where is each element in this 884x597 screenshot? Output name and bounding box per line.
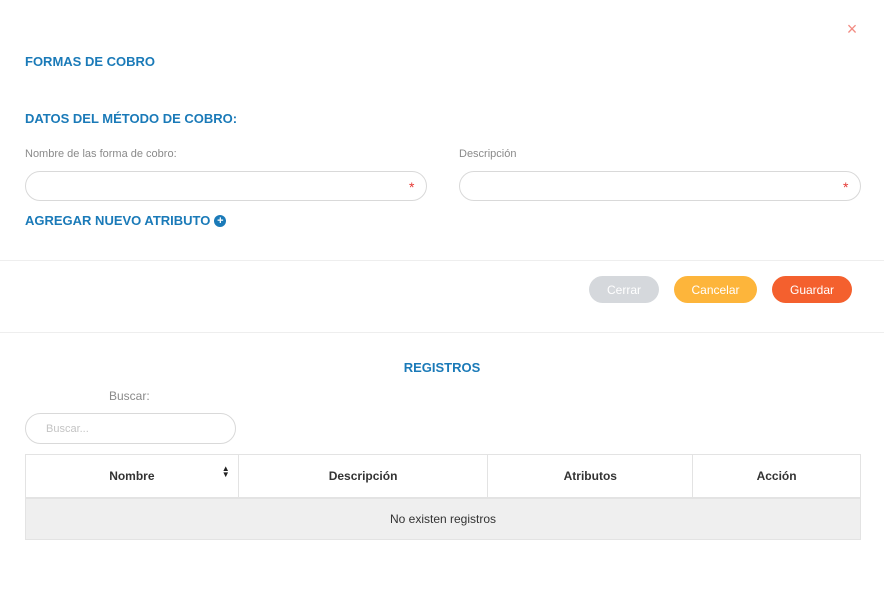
divider bbox=[0, 332, 884, 333]
empty-table-message: No existen registros bbox=[25, 497, 861, 540]
records-title: REGISTROS bbox=[403, 360, 481, 375]
required-mark-name: * bbox=[409, 179, 415, 195]
required-mark-description: * bbox=[843, 179, 849, 195]
table-row: No existen registros bbox=[25, 497, 861, 540]
column-header-atributos: Atributos bbox=[487, 454, 694, 499]
search-input[interactable] bbox=[25, 413, 236, 444]
search-label: Buscar: bbox=[109, 389, 150, 403]
description-field-label: Descripción bbox=[459, 148, 517, 160]
section-title: DATOS DEL MÉTODO DE COBRO: bbox=[25, 111, 238, 126]
column-header-accion: Acción bbox=[692, 454, 861, 499]
column-header-label: Nombre bbox=[109, 468, 155, 483]
plus-circle-icon: + bbox=[214, 214, 227, 227]
column-header-descripcion: Descripción bbox=[237, 454, 489, 499]
name-field-label: Nombre de las forma de cobro: bbox=[25, 148, 177, 160]
name-input[interactable] bbox=[25, 171, 427, 201]
modal-title: FORMAS DE COBRO bbox=[25, 54, 155, 69]
sort-icon[interactable]: ▲ ▼ bbox=[222, 465, 230, 479]
add-attribute-label: AGREGAR NUEVO ATRIBUTO bbox=[25, 213, 211, 228]
table-header-row: Nombre ▲ ▼ Descripción Atributos Acción bbox=[25, 454, 861, 499]
description-input[interactable] bbox=[459, 171, 861, 201]
divider bbox=[0, 260, 884, 261]
column-header-nombre[interactable]: Nombre ▲ ▼ bbox=[25, 454, 239, 499]
cancel-button[interactable]: Cancelar bbox=[674, 276, 757, 303]
add-attribute-button[interactable]: AGREGAR NUEVO ATRIBUTO + bbox=[25, 213, 227, 228]
save-button[interactable]: Guardar bbox=[772, 276, 852, 303]
close-icon[interactable]: × bbox=[843, 20, 861, 38]
close-button[interactable]: Cerrar bbox=[589, 276, 659, 303]
records-table: Nombre ▲ ▼ Descripción Atributos Acción N… bbox=[25, 454, 861, 540]
